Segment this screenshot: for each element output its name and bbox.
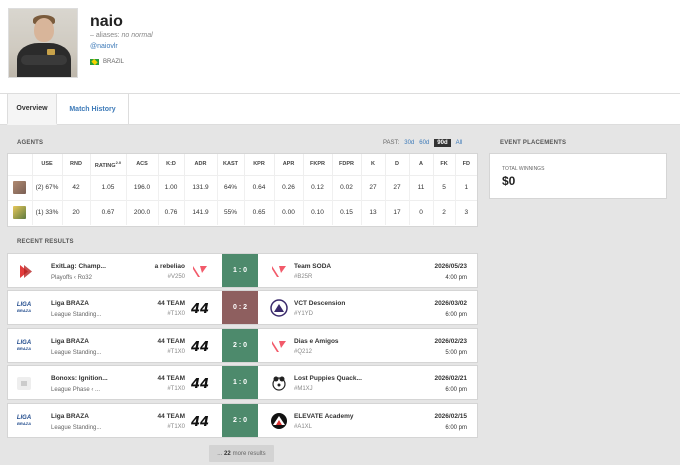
44-team-logo-icon: 44 xyxy=(191,340,209,355)
svg-text:44: 44 xyxy=(191,340,209,355)
player-header: naio – aliases: no normal @naiovlr BRAZI… xyxy=(0,0,680,94)
bonoxs-logo-icon xyxy=(17,377,31,390)
total-winnings-value: $0 xyxy=(502,174,516,188)
recent-results-title: RECENT RESULTS xyxy=(17,239,74,245)
exitlag-logo-icon xyxy=(20,265,32,278)
lost-puppies-logo-icon xyxy=(272,376,286,391)
match-row[interactable]: ExitLag: Champ... Playoffs ‹ Ro32 a rebe… xyxy=(7,253,478,288)
44-team-logo-icon: 44 xyxy=(191,377,209,392)
match-row[interactable]: LIGA BRAZA Liga BRAZA League Standing... … xyxy=(7,328,478,363)
44-team-logo-icon: 44 xyxy=(191,302,209,317)
liga-braza-logo-icon: LIGA BRAZA xyxy=(16,302,32,313)
total-winnings-label: TOTAL WINNINGS xyxy=(502,166,545,172)
agents-section-title: AGENTS xyxy=(17,140,44,146)
svg-text:44: 44 xyxy=(191,377,209,392)
table-row: (1) 33% 20 0.67 200.0 0.76 141.9 55% 0.6… xyxy=(8,199,477,225)
match-score: 2 : 0 xyxy=(222,404,258,437)
agents-table: USE RND RATING2.0 ACS K:D ADR KAST KPR A… xyxy=(7,153,478,227)
liga-braza-logo-icon: LIGA BRAZA xyxy=(16,415,32,426)
more-results-button[interactable]: ... 22 more results xyxy=(209,445,274,462)
profile-tabs: Overview Match History xyxy=(0,94,680,125)
player-aliases: – aliases: no normal xyxy=(90,32,153,39)
table-row: (2) 67% 42 1.05 196.0 1.00 131.9 64% 0.6… xyxy=(8,174,477,200)
match-score: 2 : 0 xyxy=(222,329,258,362)
filter-30d[interactable]: 30d xyxy=(404,140,414,146)
match-row[interactable]: Bonoxs: Ignition... League Phase ‹ ... 4… xyxy=(7,365,478,400)
placements-section-title: EVENT PLACEMENTS xyxy=(500,140,567,146)
agents-table-header: USE RND RATING2.0 ACS K:D ADR KAST KPR A… xyxy=(8,154,477,175)
match-score: 0 : 2 xyxy=(222,291,258,324)
player-name: naio xyxy=(90,13,123,30)
player-country: BRAZIL xyxy=(90,59,124,65)
elevate-academy-logo-icon xyxy=(271,413,287,429)
agent-2-icon xyxy=(13,206,27,220)
filter-all[interactable]: All xyxy=(456,140,463,146)
filter-90d[interactable]: 90d xyxy=(434,139,451,147)
player-handle-link[interactable]: @naiovlr xyxy=(90,43,118,50)
match-score: 1 : 0 xyxy=(222,366,258,399)
valorant-team-icon xyxy=(193,266,207,277)
event-placements-card: TOTAL WINNINGS $0 xyxy=(489,153,667,199)
tab-match-history[interactable]: Match History xyxy=(57,94,129,125)
valorant-opponent-icon xyxy=(272,341,286,352)
svg-text:44: 44 xyxy=(191,415,209,430)
liga-braza-logo-icon: LIGA BRAZA xyxy=(16,340,32,351)
agent-1-icon xyxy=(13,181,27,194)
vct-descension-logo-icon xyxy=(270,299,288,317)
tab-overview[interactable]: Overview xyxy=(7,94,57,125)
player-photo xyxy=(8,8,78,78)
match-row[interactable]: LIGA BRAZA Liga BRAZA League Standing... … xyxy=(7,290,478,325)
valorant-opponent-icon xyxy=(272,266,286,277)
match-row[interactable]: LIGA BRAZA Liga BRAZA League Standing... … xyxy=(7,403,478,438)
time-filter: PAST: 30d 60d 90d All xyxy=(383,139,463,147)
match-score: 1 : 0 xyxy=(222,254,258,287)
brazil-flag-icon xyxy=(90,59,99,65)
44-team-logo-icon: 44 xyxy=(191,415,209,430)
svg-text:44: 44 xyxy=(191,302,209,317)
filter-60d[interactable]: 60d xyxy=(419,140,429,146)
